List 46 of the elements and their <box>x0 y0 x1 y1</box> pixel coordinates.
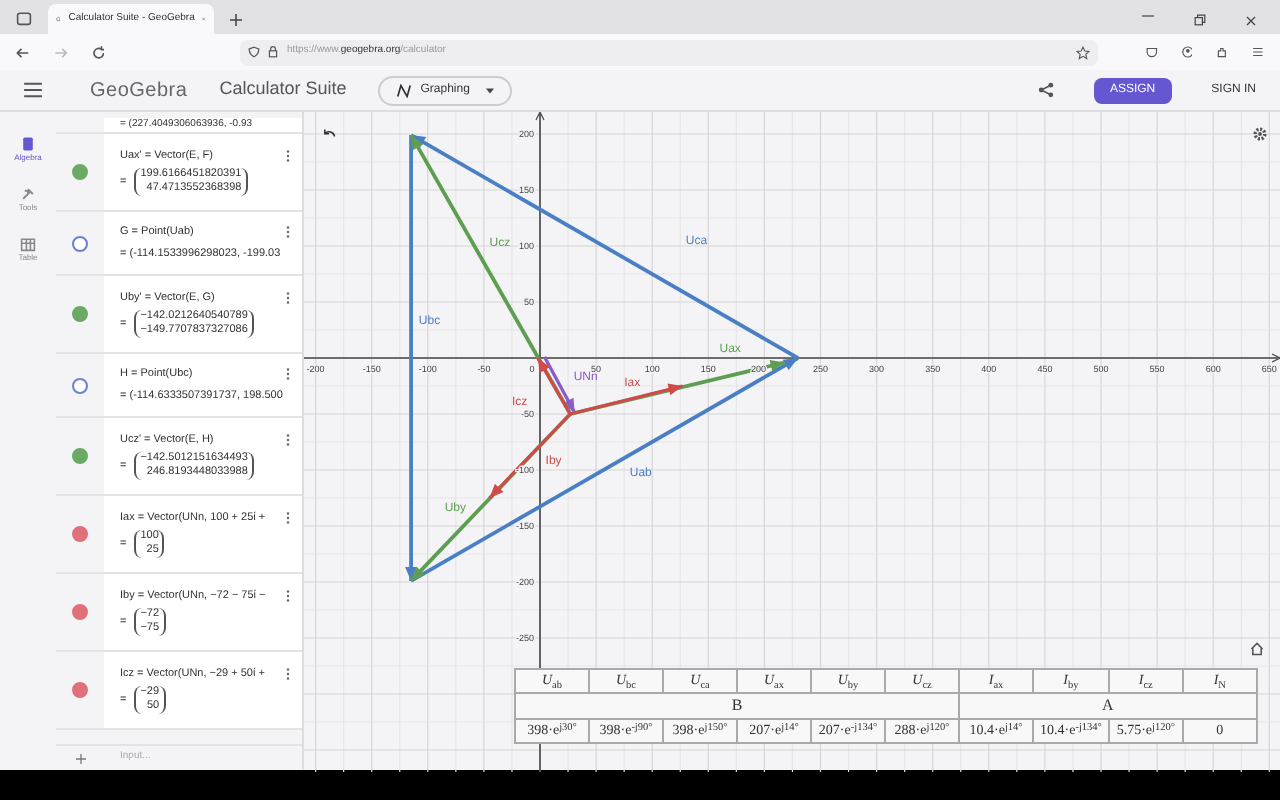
back-icon[interactable] <box>16 45 30 59</box>
table-cell: A <box>959 693 1257 719</box>
calculator-icon <box>19 136 36 152</box>
new-tab-icon[interactable] <box>230 14 242 26</box>
close-window-icon[interactable] <box>1246 16 1256 26</box>
visibility-toggle[interactable] <box>72 526 88 542</box>
shield-icon <box>248 46 261 58</box>
tab-list-icon[interactable] <box>16 10 32 26</box>
vector-arrow[interactable] <box>569 383 683 416</box>
vector-arrow[interactable] <box>410 356 799 583</box>
visibility-toggle[interactable] <box>72 377 88 393</box>
vector-arrow[interactable] <box>569 359 786 416</box>
restore-icon[interactable] <box>1194 14 1206 26</box>
visibility-toggle[interactable] <box>72 448 88 464</box>
visibility-toggle[interactable] <box>72 682 88 698</box>
table-cell: B <box>515 693 959 719</box>
vector-arrow[interactable] <box>536 357 572 415</box>
home-icon[interactable] <box>1250 642 1264 656</box>
settings-icon[interactable] <box>1252 126 1268 142</box>
bookmark-star-icon[interactable] <box>1075 45 1090 59</box>
reload-icon[interactable] <box>91 45 105 59</box>
account-icon[interactable] <box>1181 46 1193 58</box>
add-icon[interactable] <box>76 753 86 763</box>
visibility-toggle[interactable] <box>72 164 88 180</box>
share-icon[interactable] <box>1037 82 1054 98</box>
minimize-icon[interactable] <box>1142 14 1154 18</box>
caret-icon <box>485 87 494 93</box>
vector-arrow[interactable] <box>405 135 418 581</box>
visibility-toggle[interactable] <box>72 235 88 251</box>
graph-curve-icon <box>396 83 413 97</box>
extensions-icon[interactable] <box>1216 46 1229 58</box>
lock-icon <box>268 46 279 58</box>
undo-icon[interactable] <box>322 128 336 138</box>
menu-icon[interactable] <box>24 82 42 98</box>
geogebra-logo[interactable]: GeoGebra <box>90 75 188 105</box>
visibility-toggle[interactable] <box>72 306 88 322</box>
vector-arrow[interactable] <box>543 356 577 414</box>
vector-arrow[interactable] <box>410 133 799 360</box>
tools-icon <box>20 186 36 202</box>
app-title: Calculator Suite <box>219 76 347 103</box>
visibility-toggle[interactable] <box>72 604 88 620</box>
menu-icon[interactable] <box>1252 46 1265 58</box>
table-icon <box>20 236 36 252</box>
vector-arrow[interactable] <box>488 412 572 500</box>
vector-arrow[interactable] <box>409 134 572 415</box>
vector-arrow[interactable] <box>409 412 572 583</box>
